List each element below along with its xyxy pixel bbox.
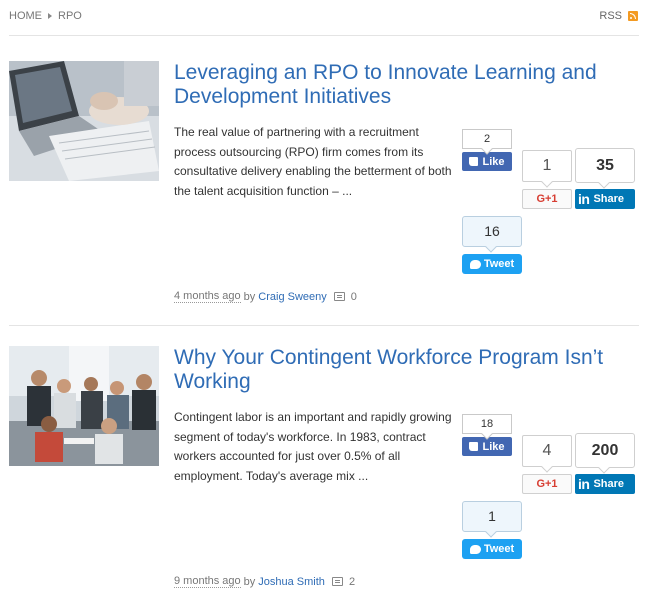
google-plus-count: 1 xyxy=(522,150,572,182)
twitter-tweet-count: 16 xyxy=(462,216,522,247)
header-divider xyxy=(9,35,639,36)
linkedin-share-widget: 35 in Share xyxy=(575,148,635,209)
twitter-tweet-count: 1 xyxy=(462,501,522,532)
comment-icon xyxy=(331,577,343,586)
post-thumbnail[interactable] xyxy=(9,61,159,181)
post-by: by xyxy=(243,290,256,303)
thumbs-up-icon xyxy=(469,157,479,166)
google-plus-widget: 4 G+1 xyxy=(522,435,572,494)
thumbs-up-icon xyxy=(469,442,479,451)
post-title-link[interactable]: Why Your Contingent Workforce Program Is… xyxy=(174,346,639,394)
linkedin-share-widget: 200 in Share xyxy=(575,433,635,494)
twitter-bird-icon xyxy=(469,259,481,269)
twitter-tweet-widget: 1 Tweet xyxy=(462,501,522,559)
breadcrumb: HOME RPO xyxy=(9,10,82,22)
facebook-like-widget: 2 Like xyxy=(462,129,512,171)
twitter-tweet-button[interactable]: Tweet xyxy=(462,539,522,559)
post-time: 9 months ago xyxy=(174,575,241,588)
post-by: by xyxy=(243,575,256,588)
twitter-tweet-button[interactable]: Tweet xyxy=(462,254,522,274)
comment-icon xyxy=(333,292,345,301)
facebook-like-button[interactable]: Like xyxy=(462,437,512,456)
linkedin-share-label: Share xyxy=(593,193,625,205)
laptop-desk-photo xyxy=(9,61,159,181)
post-author-link[interactable]: Joshua Smith xyxy=(258,576,325,588)
facebook-like-count: 18 xyxy=(462,414,512,434)
post-thumbnail[interactable] xyxy=(9,346,159,466)
post-comment-count[interactable]: 0 xyxy=(351,291,357,303)
linkedin-icon: in xyxy=(578,476,590,492)
google-plus-button[interactable]: G+1 xyxy=(522,189,572,209)
linkedin-share-label: Share xyxy=(593,478,625,490)
facebook-like-button[interactable]: Like xyxy=(462,152,512,171)
post-time: 4 months ago xyxy=(174,290,241,303)
post-meta: 9 months ago by Joshua Smith 2 xyxy=(174,575,355,588)
linkedin-share-button[interactable]: in Share xyxy=(575,474,635,494)
post-comment-count[interactable]: 2 xyxy=(349,576,355,588)
linkedin-share-count: 200 xyxy=(575,433,635,468)
post-title-link[interactable]: Leveraging an RPO to Innovate Learning a… xyxy=(174,61,639,109)
facebook-like-label: Like xyxy=(482,440,505,453)
rss-label: RSS xyxy=(599,10,622,22)
google-plus-count: 4 xyxy=(522,435,572,467)
post-excerpt: The real value of partnering with a recr… xyxy=(174,125,452,198)
linkedin-share-count: 35 xyxy=(575,148,635,183)
linkedin-icon: in xyxy=(578,191,590,207)
rss-icon xyxy=(628,11,638,21)
twitter-tweet-label: Tweet xyxy=(483,258,515,270)
office-team-photo xyxy=(9,346,159,466)
google-plus-widget: 1 G+1 xyxy=(522,150,572,209)
post-divider xyxy=(9,325,639,326)
facebook-like-label: Like xyxy=(482,155,505,168)
post-author-link[interactable]: Craig Sweeny xyxy=(258,291,326,303)
breadcrumb-current: RPO xyxy=(58,10,82,22)
twitter-tweet-label: Tweet xyxy=(483,543,515,555)
twitter-bird-icon xyxy=(469,544,481,554)
breadcrumb-home-link[interactable]: HOME xyxy=(9,10,42,22)
breadcrumb-separator-icon xyxy=(48,13,52,19)
google-plus-button[interactable]: G+1 xyxy=(522,474,572,494)
facebook-like-widget: 18 Like xyxy=(462,414,512,456)
rss-link[interactable]: RSS xyxy=(599,10,638,22)
linkedin-share-button[interactable]: in Share xyxy=(575,189,635,209)
facebook-like-count: 2 xyxy=(462,129,512,149)
post-meta: 4 months ago by Craig Sweeny 0 xyxy=(174,290,357,303)
twitter-tweet-widget: 16 Tweet xyxy=(462,216,522,274)
post-excerpt: Contingent labor is an important and rap… xyxy=(174,410,452,483)
